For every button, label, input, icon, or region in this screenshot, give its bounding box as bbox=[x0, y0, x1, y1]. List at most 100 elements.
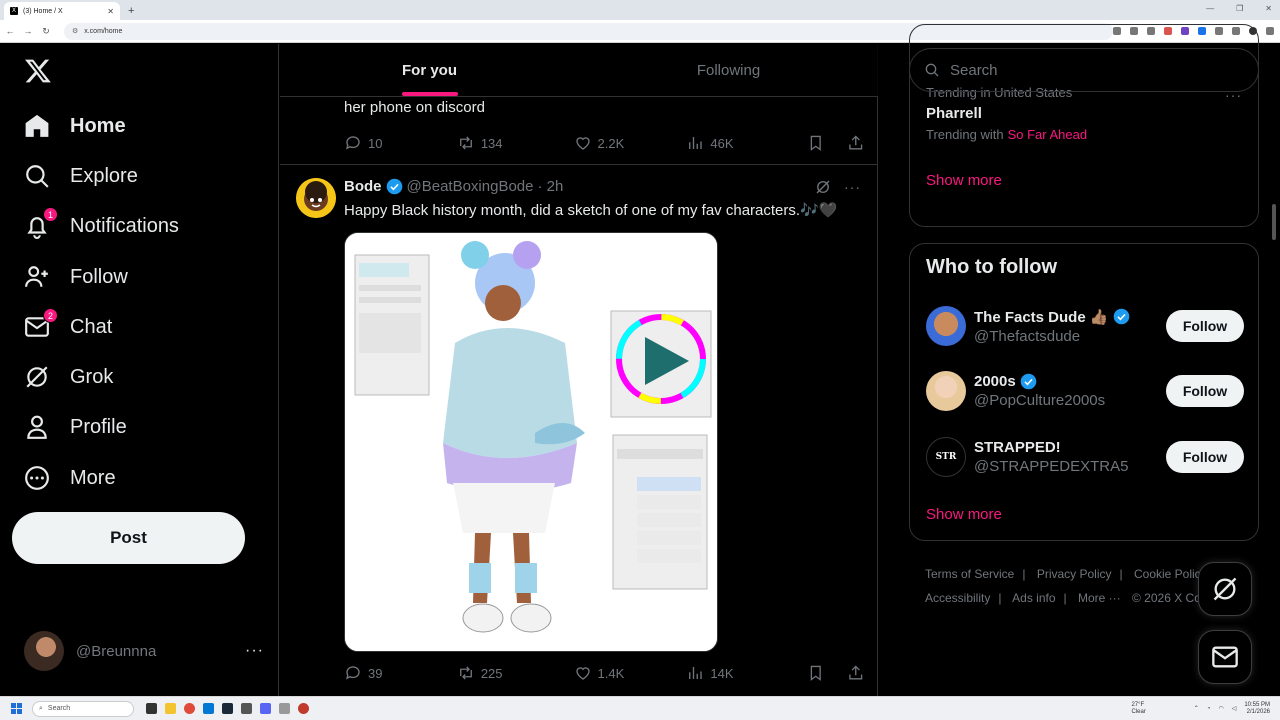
nav-explore[interactable]: Explore bbox=[24, 156, 138, 196]
taskbar-search[interactable]: ⌕ Search bbox=[32, 700, 134, 717]
repost-icon bbox=[459, 666, 472, 680]
chrome-icon[interactable] bbox=[184, 703, 195, 714]
task-view-icon[interactable] bbox=[146, 703, 157, 714]
nav-follow[interactable]: Follow bbox=[24, 257, 128, 297]
steam-icon[interactable] bbox=[222, 703, 233, 714]
tweet-avatar[interactable] bbox=[296, 178, 336, 218]
follow-button[interactable]: Follow bbox=[1166, 310, 1244, 342]
network-icon[interactable]: ◔ bbox=[1207, 706, 1211, 712]
follow-button[interactable]: Follow bbox=[1166, 375, 1244, 407]
nav-notifications[interactable]: 1 Notifications bbox=[24, 206, 179, 246]
show-more-trends-link[interactable]: Show more bbox=[926, 172, 1002, 189]
views-count: 46K bbox=[710, 135, 734, 151]
timeline-tabs: For you Following bbox=[280, 44, 878, 97]
discord-icon[interactable] bbox=[260, 703, 271, 714]
edge-icon[interactable] bbox=[203, 703, 214, 714]
separator: | bbox=[1119, 567, 1123, 581]
post-button[interactable]: Post bbox=[12, 512, 245, 564]
avatar bbox=[24, 631, 64, 671]
weather-widget[interactable]: 27°F Clear bbox=[1131, 702, 1145, 716]
tab-following[interactable]: Following bbox=[579, 44, 878, 96]
nav-profile[interactable]: Profile bbox=[24, 407, 127, 447]
reply-button[interactable]: 39 bbox=[344, 664, 457, 682]
left-sidebar: Home Explore 1 Notifications Follow 2 Ch… bbox=[0, 44, 279, 696]
chevron-up-icon[interactable]: ⌃ bbox=[1194, 705, 1199, 712]
author-name[interactable]: Bode bbox=[344, 178, 382, 195]
bookmark-icon[interactable] bbox=[807, 134, 825, 152]
bell-icon-wrap: 1 bbox=[24, 207, 58, 239]
suggestion-name: The Facts Dude 👍🏽 bbox=[974, 308, 1109, 326]
reply-button[interactable]: 10 bbox=[344, 134, 457, 152]
app-icon[interactable] bbox=[241, 703, 252, 714]
share-icon[interactable] bbox=[847, 134, 865, 152]
trend-with-link[interactable]: So Far Ahead bbox=[1008, 127, 1088, 142]
bookmark-icon[interactable] bbox=[807, 664, 825, 682]
reload-icon[interactable]: ↻ bbox=[38, 26, 54, 37]
obs-icon[interactable] bbox=[298, 703, 309, 714]
nav-home[interactable]: Home bbox=[24, 106, 126, 146]
strapped-logo-icon: STR bbox=[935, 452, 957, 462]
follow-button[interactable]: Follow bbox=[1166, 441, 1244, 473]
grok-fab-button[interactable] bbox=[1198, 562, 1252, 616]
clock[interactable]: 10:55 PM 2/1/2026 bbox=[1244, 702, 1270, 716]
suggestion-info: STRAPPED! @STRAPPEDEXTRA5 bbox=[974, 439, 1166, 475]
footer-link[interactable]: Accessibility bbox=[925, 591, 990, 605]
restore-icon[interactable]: ❐ bbox=[1236, 4, 1243, 13]
share-icon[interactable] bbox=[847, 664, 865, 682]
timeline: For you Following her phone on discord 1… bbox=[280, 44, 878, 696]
author-handle[interactable]: @BeatBoxingBode bbox=[407, 178, 534, 195]
volume-icon[interactable]: ◁ bbox=[1232, 705, 1237, 712]
trend-name[interactable]: Pharrell bbox=[926, 105, 982, 122]
app-icon[interactable] bbox=[279, 703, 290, 714]
envelope-icon bbox=[1212, 646, 1238, 668]
nav-more[interactable]: More bbox=[24, 458, 116, 498]
minimize-icon[interactable]: — bbox=[1206, 4, 1214, 13]
forward-icon[interactable]: → bbox=[20, 26, 36, 36]
views-button[interactable]: 46K bbox=[686, 134, 807, 152]
suggestion-info: The Facts Dude 👍🏽 @Thefactsdude bbox=[974, 308, 1166, 345]
tweet-image[interactable] bbox=[344, 232, 718, 652]
scrollbar[interactable] bbox=[1272, 204, 1276, 240]
grok-icon[interactable] bbox=[814, 178, 832, 196]
avatar bbox=[926, 306, 966, 346]
messages-fab-button[interactable] bbox=[1198, 630, 1252, 684]
views-button[interactable]: 14K bbox=[686, 664, 807, 682]
suggestion-info: 2000s @PopCulture2000s bbox=[974, 373, 1166, 409]
tab-for-you[interactable]: For you bbox=[280, 44, 579, 96]
wifi-icon[interactable]: ◠ bbox=[1218, 705, 1223, 712]
account-switcher[interactable]: @Breunnna ··· bbox=[24, 631, 264, 671]
follow-suggestion[interactable]: 2000s @PopCulture2000s Follow bbox=[926, 369, 1244, 413]
follow-suggestion[interactable]: The Facts Dude 👍🏽 @Thefactsdude Follow bbox=[926, 304, 1244, 348]
search-input[interactable]: Search bbox=[909, 48, 1259, 92]
nav-label: More bbox=[70, 466, 116, 489]
footer-link[interactable]: Privacy Policy bbox=[1037, 567, 1112, 581]
footer-link[interactable]: Cookie Policy bbox=[1134, 567, 1207, 581]
site-info-icon[interactable]: ⚙ bbox=[72, 27, 78, 35]
more-dots-icon[interactable]: ··· bbox=[844, 179, 861, 195]
new-tab-icon[interactable]: + bbox=[128, 5, 134, 17]
show-more-follow-link[interactable]: Show more bbox=[926, 506, 1002, 523]
nav-chat[interactable]: 2 Chat bbox=[24, 307, 112, 347]
windows-start-icon[interactable] bbox=[11, 703, 22, 714]
trend-with-label: Trending with bbox=[926, 127, 1004, 142]
footer-link[interactable]: Ads info bbox=[1012, 591, 1055, 605]
follow-suggestion[interactable]: STR STRAPPED! @STRAPPEDEXTRA5 Follow bbox=[926, 435, 1244, 479]
repost-icon bbox=[459, 136, 472, 150]
like-button[interactable]: 1.4K bbox=[574, 664, 687, 682]
nav-grok[interactable]: Grok bbox=[24, 357, 113, 397]
menu-icon[interactable] bbox=[1266, 27, 1274, 35]
back-icon[interactable]: ← bbox=[2, 26, 18, 36]
repost-button[interactable]: 225 bbox=[457, 664, 574, 682]
footer-link[interactable]: Terms of Service bbox=[925, 567, 1014, 581]
close-window-icon[interactable]: ✕ bbox=[1265, 4, 1272, 13]
browser-tab[interactable]: X (3) Home / X ✕ bbox=[4, 2, 120, 20]
tab-title: (3) Home / X bbox=[23, 7, 63, 15]
x-logo-icon[interactable] bbox=[24, 57, 52, 85]
separator: | bbox=[998, 591, 1002, 605]
repost-button[interactable]: 134 bbox=[457, 134, 574, 152]
footer-link[interactable]: More ··· bbox=[1078, 591, 1121, 605]
file-explorer-icon[interactable] bbox=[165, 703, 176, 714]
tweet-time[interactable]: · 2h bbox=[537, 178, 563, 195]
like-button[interactable]: 2.2K bbox=[574, 134, 687, 152]
close-tab-icon[interactable]: ✕ bbox=[107, 7, 114, 16]
